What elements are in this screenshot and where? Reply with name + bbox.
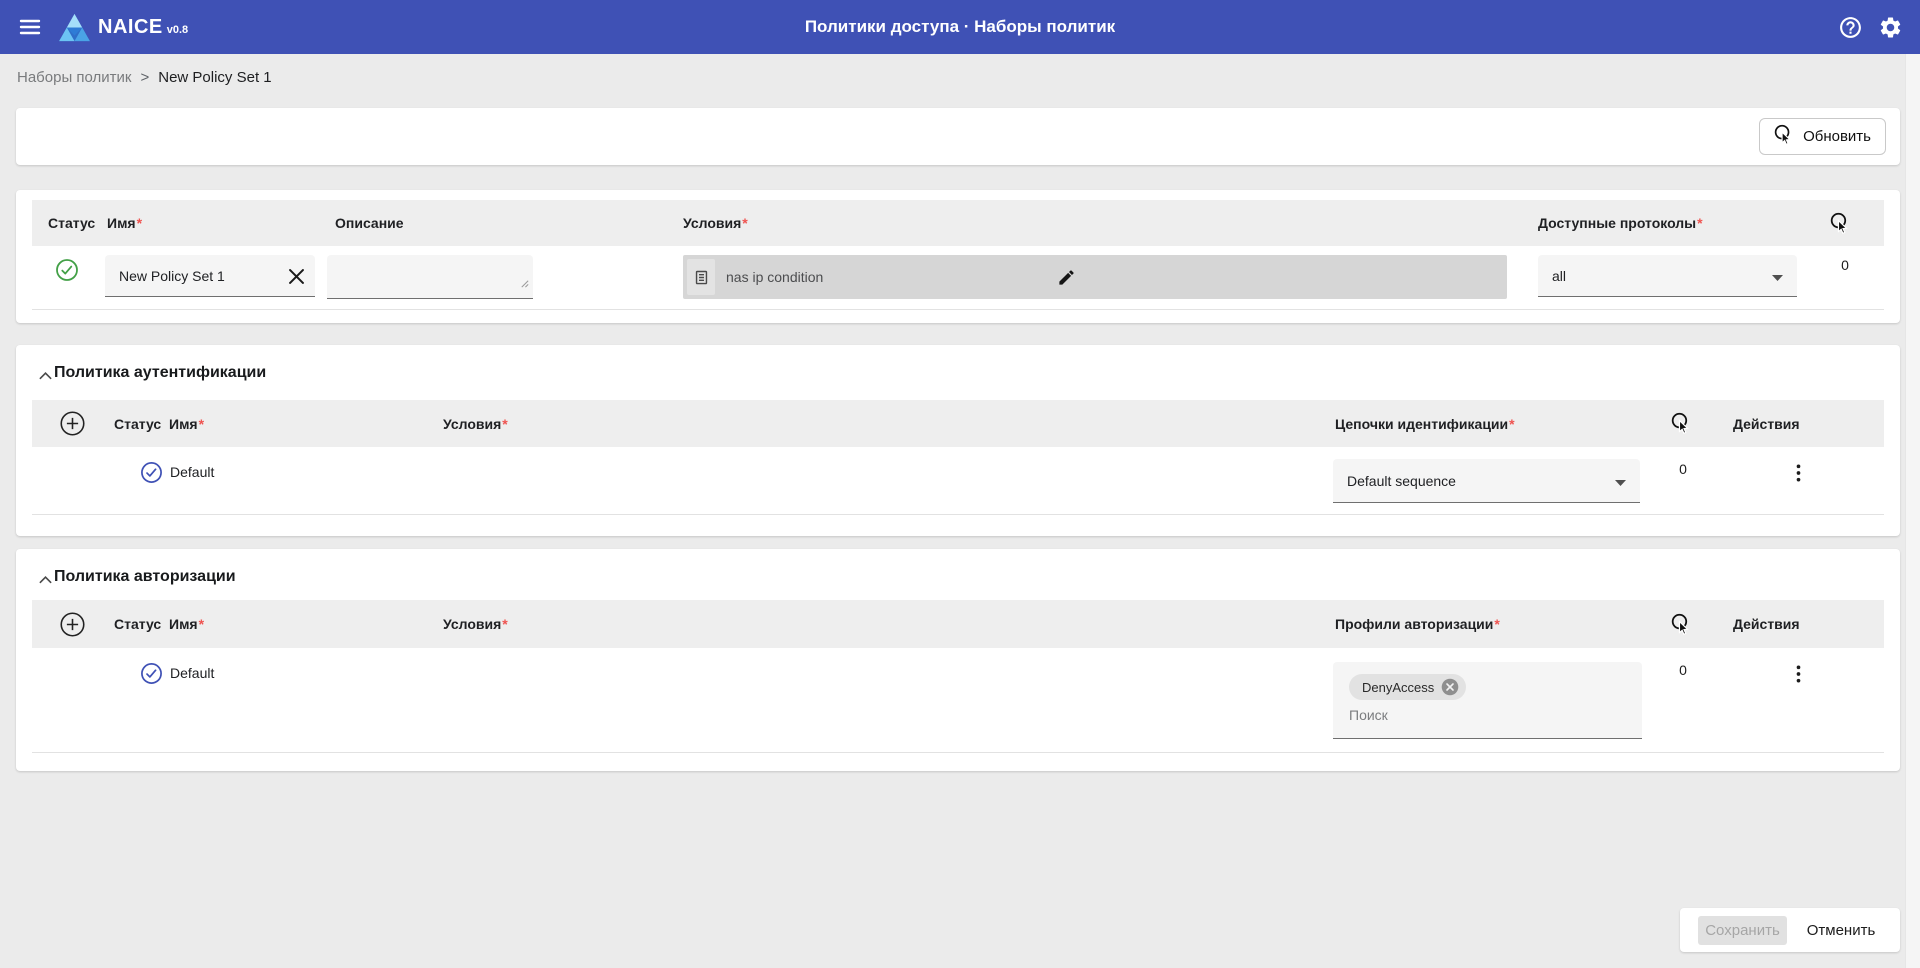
condition-field[interactable]: nas ip condition [683,255,1507,299]
authz-table-header: Статус Имя* Условия* Профили авторизации… [32,600,1884,648]
status-ok-icon [140,461,163,484]
column-header-conditions: Условия* [683,200,748,246]
authorization-policy-card: Политика авторизации Статус Имя* Условия… [16,549,1900,771]
refresh-button-label: Обновить [1803,128,1871,145]
brand-version: v0.8 [167,24,188,36]
save-button[interactable]: Сохранить [1698,916,1787,945]
auth-section-title: Политика аутентификации [54,364,266,382]
column-header-name: Имя* [107,200,142,246]
authz-policy-row: Default DenyAccess 0 [32,648,1884,753]
breadcrumb-separator: > [140,69,149,86]
footer-actions-card: Сохранить Отменить [1680,908,1900,952]
identity-chain-value: Default sequence [1347,473,1456,489]
hits-count: 0 [1667,662,1699,678]
column-header-status: Статус [114,600,161,648]
status-ok-icon [140,662,163,685]
column-header-conditions: Условия* [443,600,508,648]
hit-counter-icon [1671,400,1693,447]
condition-document-icon [687,259,715,295]
column-header-description: Описание [335,200,404,246]
naice-logo-icon: NAICE v0.8 [58,13,188,42]
rule-name: Default [170,665,214,681]
condition-value: nas ip condition [726,269,823,285]
column-header-conditions: Условия* [443,400,508,447]
column-header-status: Статус [114,400,161,447]
breadcrumb-current: New Policy Set 1 [158,69,271,86]
refresh-hits-button[interactable]: Обновить [1759,118,1886,155]
help-icon[interactable] [1836,13,1864,41]
edit-condition-pencil-icon[interactable] [1053,264,1079,290]
column-header-name: Имя* [169,400,204,447]
add-auth-rule-button[interactable] [58,409,86,437]
description-textarea[interactable] [327,255,533,299]
hits-count: 0 [1829,257,1861,273]
collapse-chevron-up-icon[interactable] [35,570,55,590]
topbar: NAICE v0.8 Политики доступа · Наборы пол… [0,0,1920,54]
remove-chip-icon[interactable] [1441,678,1459,696]
row-actions-kebab-icon[interactable] [1783,659,1813,689]
add-authz-rule-button[interactable] [58,610,86,638]
column-header-actions: Действия [1733,400,1800,447]
brand-name: NAICE [98,16,163,39]
status-ok-icon [55,258,79,282]
hits-count: 0 [1667,461,1699,477]
protocols-select-value: all [1552,268,1566,284]
profile-chip-label: DenyAccess [1362,680,1434,695]
authz-section-title: Политика авторизации [54,568,236,586]
authz-profiles-field[interactable]: DenyAccess [1333,662,1642,739]
page-title: Политики доступа · Наборы политик [805,17,1115,37]
vertical-scrollbar[interactable] [1905,54,1920,968]
auth-policy-row: Default Default sequence 0 [32,447,1884,515]
breadcrumb: Наборы политик > New Policy Set 1 [0,54,1920,100]
column-header-identity-chains: Цепочки идентификации* [1335,400,1515,447]
auth-table-header: Статус Имя* Условия* Цепочки идентификац… [32,400,1884,447]
profiles-search-input[interactable] [1349,707,1599,723]
rule-name: Default [170,464,214,480]
menu-icon[interactable] [16,13,44,41]
chevron-down-icon [1615,473,1626,489]
column-header-protocols: Доступные протоколы* [1538,200,1703,246]
breadcrumb-parent-link[interactable]: Наборы политик [17,69,131,86]
cancel-button[interactable]: Отменить [1796,916,1886,945]
profile-chip: DenyAccess [1349,674,1466,700]
column-header-authz-profiles: Профили авторизации* [1335,600,1500,648]
hit-counter-icon [1830,200,1852,246]
protocols-select[interactable]: all [1538,255,1797,297]
chevron-down-icon [1772,268,1783,284]
collapse-chevron-up-icon[interactable] [35,366,55,386]
toolbar-card: Обновить [16,108,1900,165]
identity-chain-select[interactable]: Default sequence [1333,459,1640,503]
policy-set-table-header: Статус Имя* Описание Условия* Доступные … [32,200,1884,246]
hit-counter-icon [1774,124,1795,150]
authentication-policy-card: Политика аутентификации Статус Имя* Усло… [16,345,1900,536]
column-header-actions: Действия [1733,600,1800,648]
column-header-name: Имя* [169,600,204,648]
policy-set-table-card: Статус Имя* Описание Условия* Доступные … [16,190,1900,323]
hit-counter-icon [1671,600,1693,648]
policy-set-row: nas ip condition all 0 [32,246,1884,310]
clear-name-icon[interactable] [284,264,308,288]
settings-gear-icon[interactable] [1876,13,1904,41]
column-header-status: Статус [48,200,95,246]
row-actions-kebab-icon[interactable] [1783,458,1813,488]
resize-handle-icon[interactable] [519,276,530,294]
